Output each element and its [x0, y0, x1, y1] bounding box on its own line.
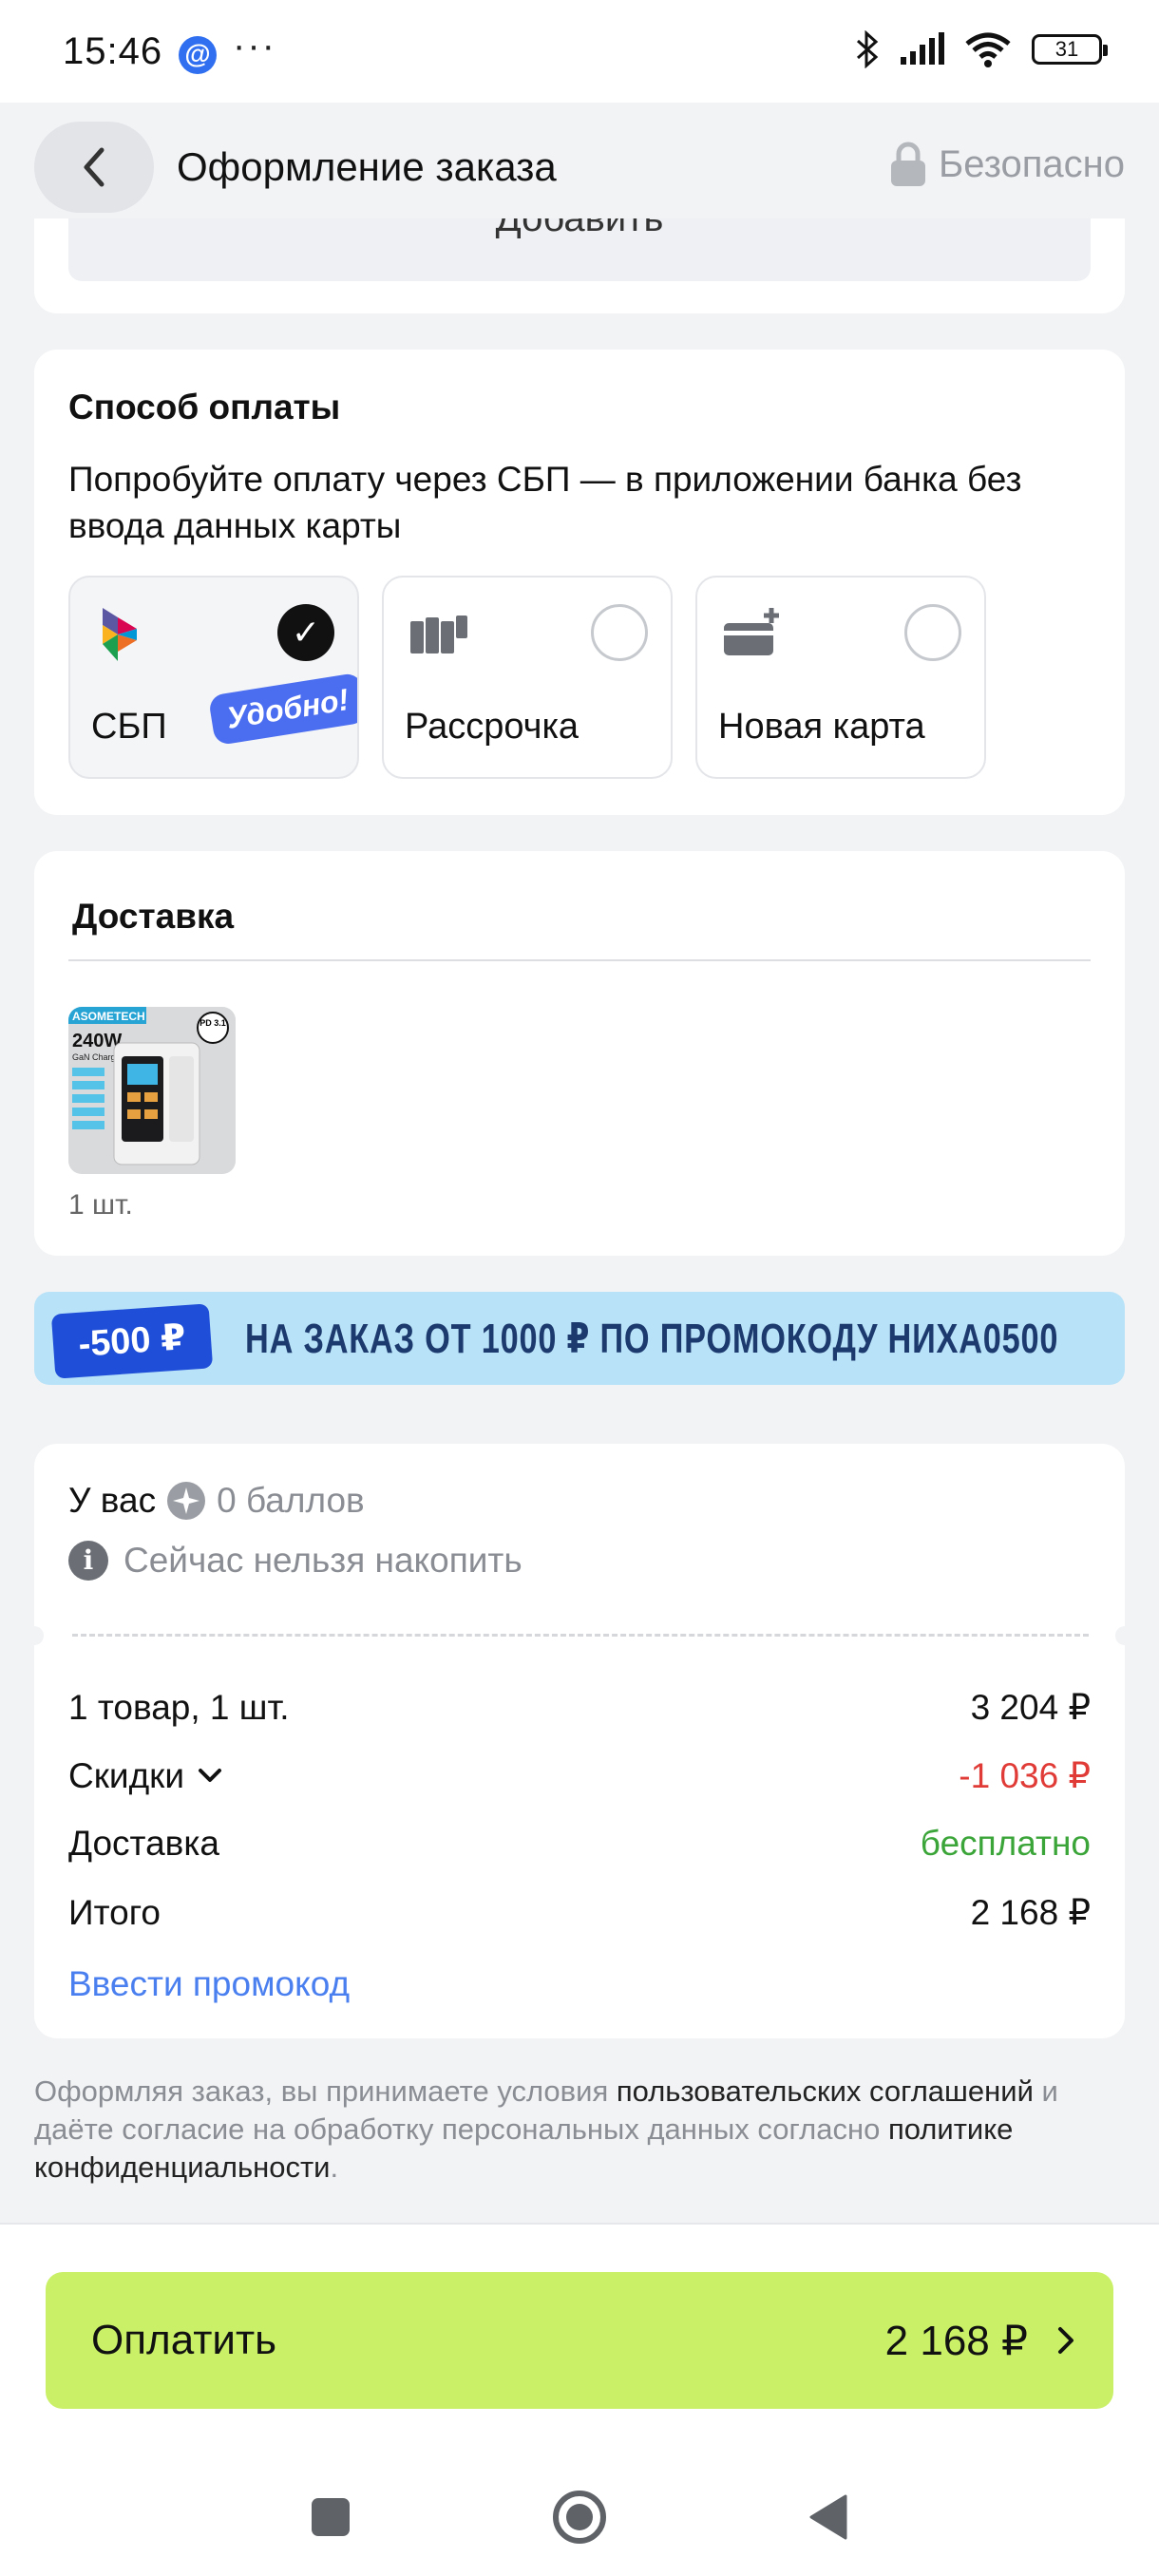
- legal-part1: Оформляя заказ, вы принимаете условия: [34, 2074, 617, 2108]
- system-icons: 31: [855, 30, 1108, 68]
- chevron-right-icon: [1058, 2327, 1074, 2354]
- payment-option-label: СБП: [91, 707, 167, 747]
- ticket-notch-right: [1115, 1626, 1134, 1645]
- sbp-selected-check: ✓: [277, 604, 334, 661]
- summary-row-items: 1 товар, 1 шт. 3 204 ₽: [68, 1687, 1091, 1728]
- battery-indicator: 31: [1032, 34, 1108, 65]
- notice-text: Сейчас нельзя накопить: [124, 1541, 522, 1580]
- row-value: 3 204 ₽: [970, 1688, 1091, 1727]
- legal-part3: .: [330, 2150, 339, 2184]
- charger-image: ASOMETECH 240W GaN Charger PD 3.1: [68, 1007, 236, 1174]
- promo-discount-chip: -500 ₽: [50, 1303, 214, 1379]
- promo-banner-text: НА ЗАКАЗ ОТ 1000 ₽ ПО ПРОМОКОДУ НИХА0500: [245, 1316, 1059, 1362]
- system-navigation-bar: [0, 2470, 1159, 2565]
- bluetooth-icon: [856, 30, 879, 68]
- promo-banner[interactable]: -500 ₽ НА ЗАКАЗ ОТ 1000 ₽ ПО ПРОМОКОДУ Н…: [34, 1292, 1125, 1385]
- divider: [68, 959, 1091, 961]
- payment-option-label: Рассрочка: [405, 707, 580, 747]
- row-label: 1 товар, 1 шт.: [68, 1687, 290, 1727]
- secure-indicator: Безопасно: [889, 141, 1125, 188]
- delivery-heading: Доставка: [72, 897, 235, 936]
- row-value-delivery: бесплатно: [920, 1824, 1091, 1863]
- row-label: Итого: [68, 1892, 161, 1932]
- back-button[interactable]: [34, 122, 154, 213]
- new-card-radio[interactable]: [904, 604, 961, 661]
- bonus-points-icon: [167, 1482, 206, 1520]
- page-header: Оформление заказа Безопасно: [0, 103, 1159, 236]
- more-notifications-icon: ···: [233, 25, 276, 66]
- payment-method-card: Способ оплаты Попробуйте оплату через СБ…: [34, 350, 1125, 815]
- page-title: Оформление заказа: [177, 144, 557, 189]
- bonus-value: 0 баллов: [217, 1481, 365, 1520]
- product-brand: ASOMETECH: [72, 1010, 145, 1023]
- user-agreements-link[interactable]: пользовательских соглашений: [617, 2074, 1034, 2108]
- status-bar: 15:46 @ ··· 31: [0, 0, 1159, 103]
- row-value-total: 2 168 ₽: [970, 1893, 1091, 1932]
- product-quantity: 1 шт.: [68, 1189, 133, 1221]
- new-card-icon: [724, 608, 779, 655]
- legal-text: Оформляя заказ, вы принимаете условия по…: [34, 2073, 1125, 2187]
- home-icon[interactable]: [551, 2489, 608, 2546]
- secure-label: Безопасно: [939, 142, 1125, 185]
- chevron-down-icon: [199, 1768, 222, 1782]
- row-value-discount: -1 036 ₽: [959, 1756, 1091, 1795]
- payment-option-sbp[interactable]: ✓ СБП Удобно!: [68, 576, 359, 779]
- recents-icon[interactable]: [310, 2496, 352, 2538]
- summary-row-delivery: Доставка бесплатно: [68, 1824, 1091, 1864]
- installment-icon: [410, 616, 467, 653]
- pay-button-amount: 2 168 ₽: [884, 2317, 1028, 2364]
- pay-button-amount-group: 2 168 ₽: [885, 2317, 1075, 2365]
- row-label: Скидки: [68, 1755, 185, 1795]
- ticket-notch-left: [25, 1626, 44, 1645]
- info-icon: i: [68, 1541, 108, 1581]
- bonus-label: У вас: [68, 1481, 157, 1520]
- bonus-notice: i Сейчас нельзя накопить: [68, 1541, 522, 1581]
- add-button[interactable]: Добавить: [68, 218, 1091, 281]
- back-nav-icon[interactable]: [808, 2493, 849, 2541]
- payment-hint: Попробуйте оплату через СБП — в приложен…: [68, 460, 1022, 545]
- payment-option-new-card[interactable]: Новая карта: [695, 576, 986, 779]
- enter-promo-code-link[interactable]: Ввести промокод: [68, 1964, 350, 2004]
- order-summary-card: У вас 0 баллов i Сейчас нельзя накопить …: [25, 1444, 1134, 2038]
- dashed-divider: [72, 1634, 1089, 1637]
- wifi-icon: [965, 32, 1011, 67]
- summary-row-total: Итого 2 168 ₽: [68, 1892, 1091, 1933]
- add-button-label: Добавить: [495, 218, 664, 239]
- product-thumbnail[interactable]: ASOMETECH 240W GaN Charger PD 3.1: [68, 1007, 236, 1174]
- row-label: Доставка: [68, 1824, 219, 1863]
- pay-button[interactable]: Оплатить 2 168 ₽: [46, 2272, 1113, 2409]
- chevron-left-icon: [84, 147, 104, 187]
- sbp-logo-icon: [103, 608, 137, 661]
- discounts-toggle[interactable]: Скидки: [68, 1756, 222, 1796]
- lock-icon: [891, 142, 925, 186]
- notification-at-icon: @: [179, 36, 217, 74]
- previous-card: Добавить: [34, 218, 1125, 313]
- signal-icon: [901, 32, 944, 65]
- payment-heading: Способ оплаты: [68, 388, 341, 426]
- payment-option-label: Новая карта: [718, 707, 925, 747]
- installment-radio[interactable]: [591, 604, 648, 661]
- pay-button-label: Оплатить: [91, 2317, 277, 2363]
- summary-row-discounts[interactable]: Скидки -1 036 ₽: [68, 1755, 1091, 1796]
- delivery-card: Доставка ASOMETECH 240W GaN Charger PD 3…: [34, 851, 1125, 1256]
- payment-option-installment[interactable]: Рассрочка: [382, 576, 673, 779]
- status-time: 15:46: [63, 30, 163, 72]
- bottom-bar: Оплатить 2 168 ₽: [0, 2223, 1159, 2576]
- convenient-badge: Удобно!: [207, 672, 357, 747]
- bonus-balance: У вас 0 баллов: [68, 1480, 365, 1522]
- product-pd: PD 3.1: [200, 1018, 226, 1028]
